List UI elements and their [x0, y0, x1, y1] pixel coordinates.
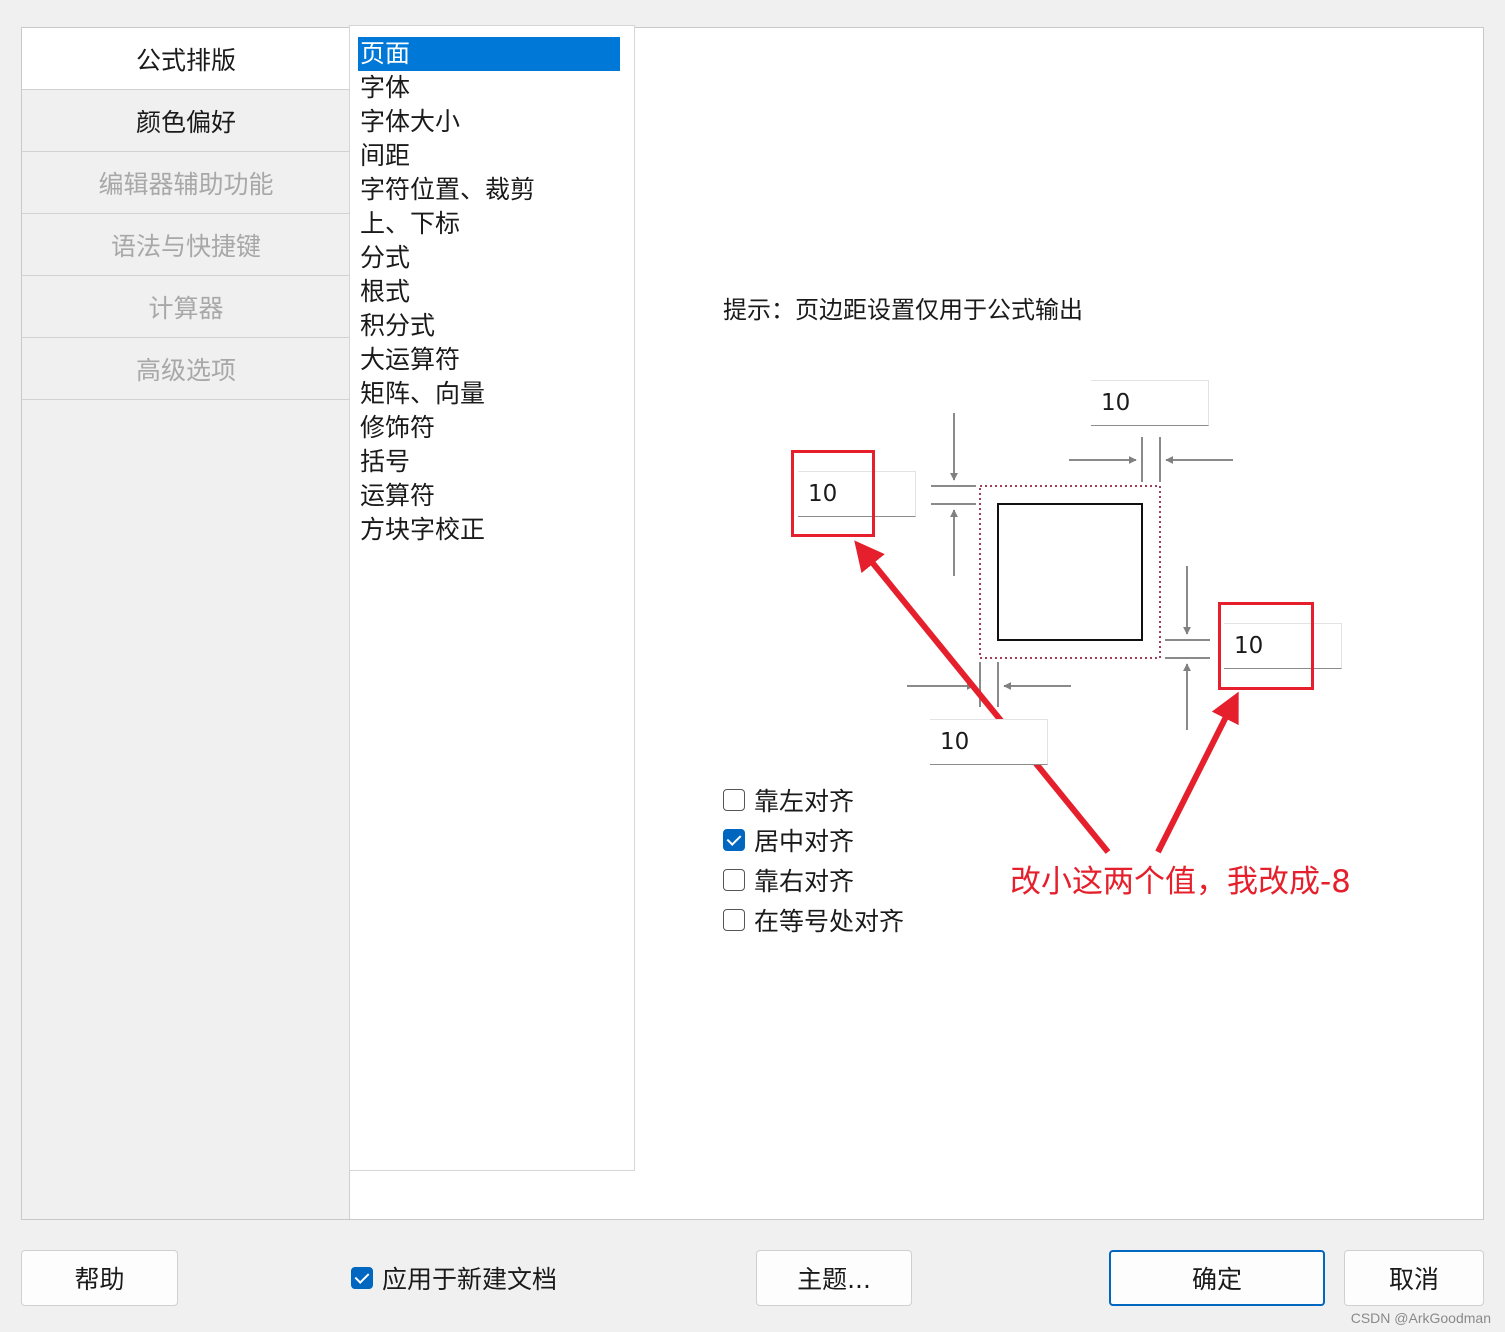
align-equals-option[interactable]: 在等号处对齐: [723, 904, 904, 936]
theme-button[interactable]: 主题...: [756, 1250, 912, 1306]
help-button[interactable]: 帮助: [21, 1250, 178, 1306]
align-left-label: 靠左对齐: [754, 787, 855, 816]
watermark: CSDN @ArkGoodman: [1350, 1310, 1491, 1326]
bottom-margin-indicator: [907, 662, 1071, 707]
right-margin-indicator: [1165, 566, 1210, 730]
top-margin-input[interactable]: 10: [1091, 380, 1209, 426]
top-margin-indicator: [1069, 437, 1233, 482]
align-center-label: 居中对齐: [754, 827, 855, 856]
page-box: [979, 485, 1161, 659]
align-center-checkbox[interactable]: [723, 829, 745, 851]
align-left-option[interactable]: 靠左对齐: [723, 784, 854, 816]
left-margin-highlight: [791, 450, 875, 537]
align-right-option[interactable]: 靠右对齐: [723, 864, 854, 896]
cancel-button[interactable]: 取消: [1344, 1250, 1484, 1306]
align-center-option[interactable]: 居中对齐: [723, 824, 854, 856]
align-equals-checkbox[interactable]: [723, 909, 745, 931]
right-margin-highlight: [1218, 602, 1314, 690]
apply-new-docs-label: 应用于新建文档: [382, 1265, 558, 1294]
left-margin-indicator: [931, 413, 976, 576]
bottom-margin-input[interactable]: 10: [930, 719, 1048, 765]
align-right-label: 靠右对齐: [754, 867, 855, 896]
align-right-checkbox[interactable]: [723, 869, 745, 891]
apply-new-docs-option[interactable]: 应用于新建文档: [351, 1262, 557, 1294]
annotation-text: 改小这两个值，我改成-8: [1010, 864, 1351, 900]
align-equals-label: 在等号处对齐: [754, 907, 905, 936]
align-left-checkbox[interactable]: [723, 789, 745, 811]
apply-new-docs-checkbox[interactable]: [351, 1267, 373, 1289]
ok-button[interactable]: 确定: [1109, 1250, 1325, 1306]
